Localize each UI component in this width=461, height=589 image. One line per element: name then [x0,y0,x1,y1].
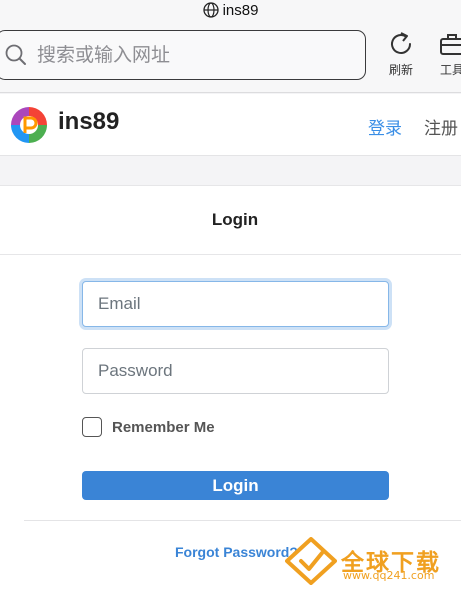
search-bar[interactable] [0,30,366,80]
watermark-url: www.qq241.com [343,569,435,582]
watermark: 全球下载 www.qq241.com [283,537,461,587]
browser-toolbar: ins89 刷新 工具 [0,0,461,93]
email-field[interactable] [82,281,389,327]
login-title: Login [0,186,461,255]
address-domain[interactable]: ins89 [0,0,461,20]
card-divider [24,520,461,521]
search-icon [5,44,26,65]
remember-me-checkbox[interactable] [82,417,102,437]
watermark-logo-icon [285,537,337,585]
brand-name[interactable]: ins89 [58,108,119,136]
refresh-label: 刷新 [388,63,413,77]
nav-login-link[interactable]: 登录 [368,114,402,139]
toolbox-icon [440,34,461,55]
tools-label: 工具 [439,63,461,77]
globe-icon [202,2,219,18]
domain-text: ins89 [222,1,259,19]
remember-me-label: Remember Me [112,418,215,436]
password-field[interactable] [82,348,389,394]
remember-me[interactable]: Remember Me [82,417,215,437]
site-header: ins89 登录 注册 [0,94,461,156]
forgot-password-link[interactable]: Forgot Password? [175,544,298,560]
refresh-icon [391,32,411,54]
refresh-button[interactable]: 刷新 [381,30,421,82]
login-card: Login Remember Me Login Forgot Password? [0,185,461,589]
page-root: ins89 刷新 工具 [0,0,461,589]
login-button[interactable]: Login [82,471,389,500]
nav-register-link[interactable]: 注册 [424,114,458,139]
tools-button[interactable]: 工具 [432,30,461,82]
search-input[interactable] [37,44,337,66]
brand-logo[interactable] [10,106,48,144]
